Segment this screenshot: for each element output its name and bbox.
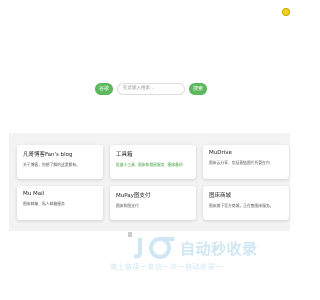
watermark: 自动秒收录 做上链接一来访一次一自动收录一 — [110, 236, 294, 276]
card-title: MuPay图支付 — [116, 193, 151, 199]
search-bar: 谷歌 在此输入搜索… 搜索 — [95, 83, 208, 95]
card-blog[interactable]: 凡哥博客Fan's blog 关于博客，你想了解的这里都有。 — [17, 145, 103, 179]
card-toolbox[interactable]: 工具箱 批量小工具 图床和相册服务 图床备份 — [110, 145, 196, 179]
card-description: 图床旗下官方商城，正在售图床服务。 — [209, 203, 274, 208]
card-title: 凡哥博客Fan's blog — [23, 152, 73, 158]
small-icon — [128, 232, 132, 237]
card-link[interactable]: 批量小工具 — [116, 162, 135, 168]
card-links: 批量小工具 图床和相册服务 图床备份 — [116, 162, 190, 168]
card-title: 工具箱 — [116, 152, 133, 158]
card-description: 图床云分享、包括直链图片托管在内 — [209, 160, 270, 165]
card-link[interactable]: 图床和相册服务 — [138, 162, 165, 168]
watermark-title: 自动秒收录 — [180, 240, 258, 258]
link-card-grid: 凡哥博客Fan's blog 关于博客，你想了解的这里都有。 工具箱 批量小工具… — [9, 133, 290, 231]
card-title: Mu Mail — [23, 191, 45, 197]
card-title: 图床商城 — [209, 193, 232, 199]
card-description: 图床邮箱、私人邮箱服务 — [23, 201, 65, 206]
search-input[interactable]: 在此输入搜索… — [117, 83, 186, 95]
card-mumail[interactable]: Mu Mail 图床邮箱、私人邮箱服务 — [17, 186, 103, 220]
card-link[interactable]: 图床备份 — [168, 162, 183, 168]
card-description: 图床和图支付 — [116, 203, 139, 208]
card-store[interactable]: 图床商城 图床旗下官方商城，正在售图床服务。 — [203, 186, 289, 220]
card-mudrive[interactable]: MuDrive 图床云分享、包括直链图片托管在内 — [203, 145, 289, 179]
watermark-subtitle: 做上链接一来访一次一自动收录一 — [110, 263, 223, 271]
card-description: 关于博客，你想了解的这里都有。 — [23, 162, 80, 167]
watermark-logo-icon — [134, 237, 174, 259]
card-mupay[interactable]: MuPay图支付 图床和图支付 — [110, 186, 196, 220]
theme-toggle-icon[interactable] — [282, 8, 290, 16]
card-title: MuDrive — [209, 150, 232, 156]
search-engine-select[interactable]: 谷歌 — [95, 83, 114, 95]
search-button[interactable]: 搜索 — [189, 83, 208, 95]
